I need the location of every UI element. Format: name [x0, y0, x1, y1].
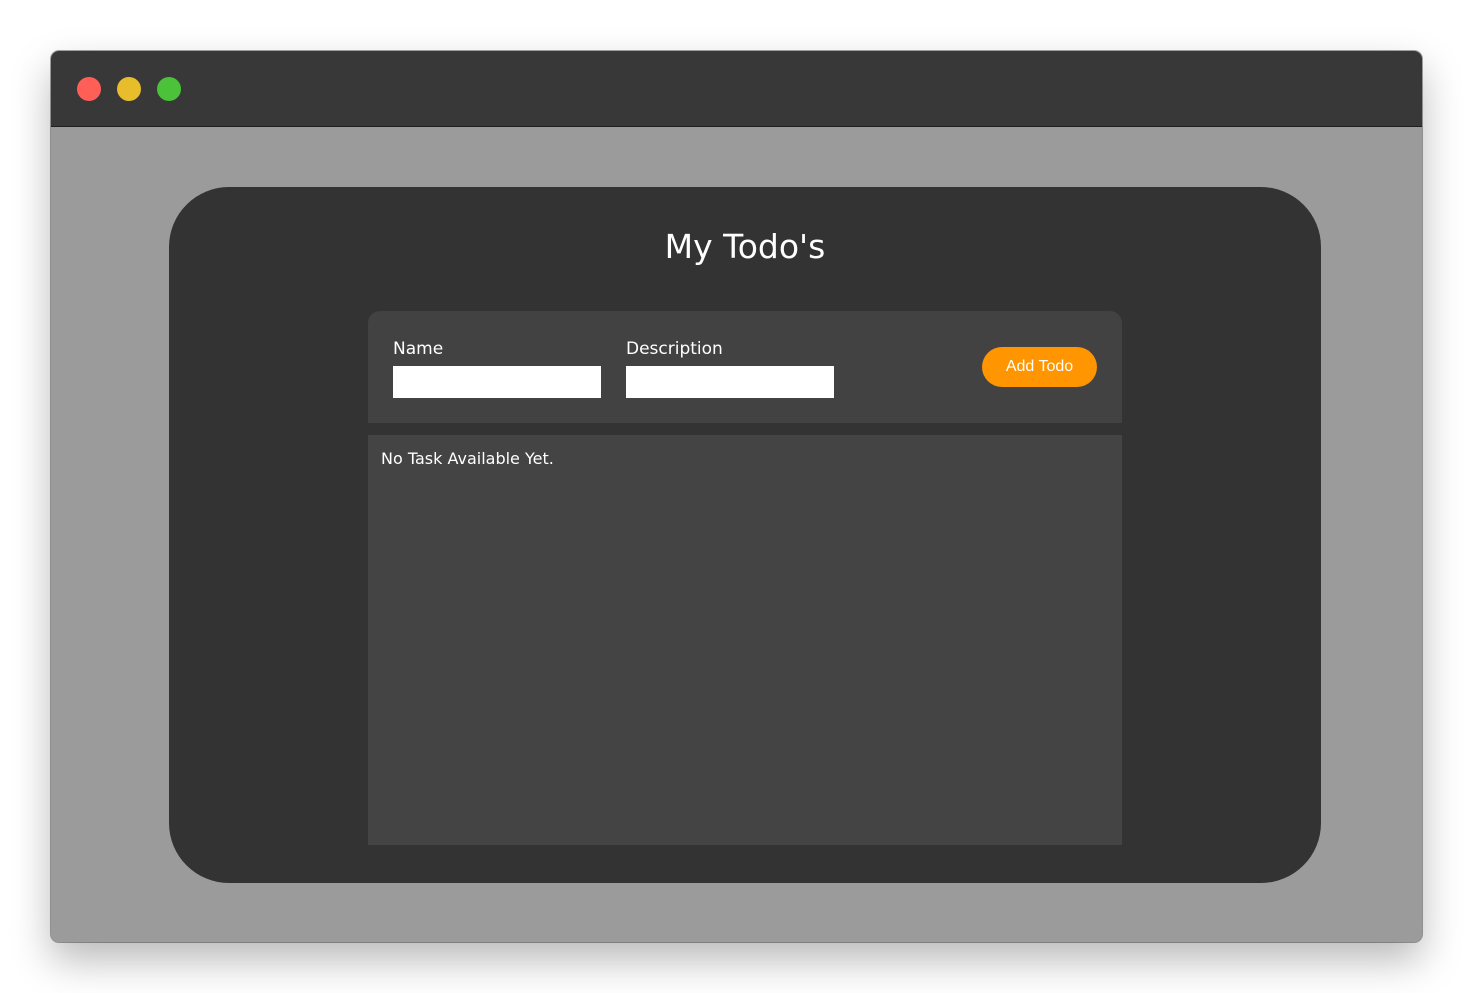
add-todo-form: Name Description Add Todo	[368, 311, 1122, 423]
todo-list: No Task Available Yet.	[368, 435, 1122, 845]
title-bar	[51, 51, 1422, 127]
add-todo-button[interactable]: Add Todo	[982, 347, 1097, 387]
app-content: My Todo's Name Description Add Todo No T…	[51, 127, 1422, 942]
name-input[interactable]	[393, 366, 601, 398]
minimize-window-button[interactable]	[117, 77, 141, 101]
app-window: My Todo's Name Description Add Todo No T…	[51, 51, 1422, 942]
description-field-group: Description	[626, 337, 834, 398]
close-window-button[interactable]	[77, 77, 101, 101]
page-title: My Todo's	[664, 227, 826, 266]
description-input[interactable]	[626, 366, 834, 398]
todo-card: My Todo's Name Description Add Todo No T…	[169, 187, 1321, 883]
name-label: Name	[393, 339, 444, 359]
name-field-group: Name	[393, 337, 601, 398]
empty-list-message: No Task Available Yet.	[381, 449, 554, 468]
description-label: Description	[626, 339, 723, 359]
maximize-window-button[interactable]	[157, 77, 181, 101]
